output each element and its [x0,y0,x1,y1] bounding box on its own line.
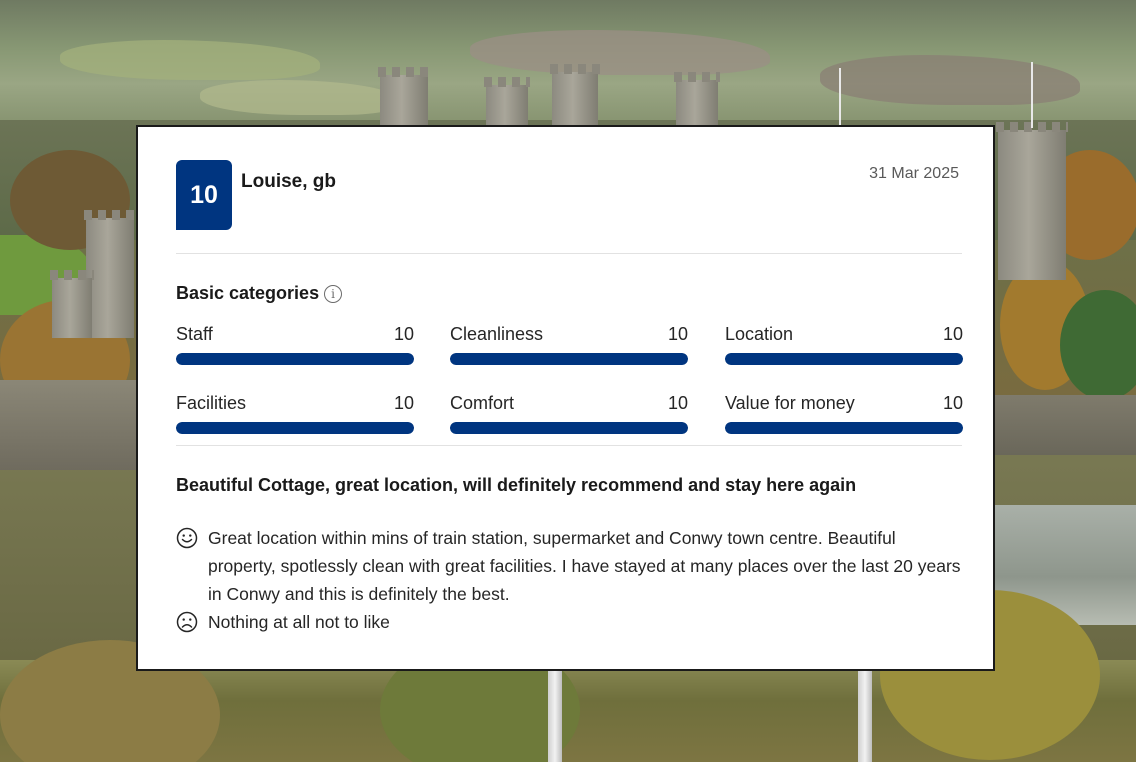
category-value-for-money: Value for money 10 [725,393,963,434]
category-label: Staff [176,324,213,344]
frown-icon [176,611,198,633]
review-headline: Beautiful Cottage, great location, will … [176,475,857,495]
castle-wall [0,380,140,470]
review-date: 31 Mar 2025 [869,165,959,182]
flagpole [1031,62,1033,128]
category-label: Value for money [725,393,855,413]
category-facilities: Facilities 10 [176,393,414,434]
castle-tower [50,270,94,338]
category-bar-fill [450,422,688,434]
categories-heading: Basic categories i [176,283,343,304]
category-bar [450,422,688,434]
category-label: Comfort [450,393,515,413]
category-label: Facilities [176,393,247,413]
castle-wall [990,395,1136,455]
disliked-comment: Nothing at all not to like [176,608,966,636]
category-bar-fill [176,422,414,434]
review-card: 10 Louise, gb 31 Mar 2025 Basic categori… [136,125,995,671]
review-score-badge: 10 [176,160,232,230]
category-score: 10 [942,393,963,413]
category-bar [176,353,414,365]
category-score: 10 [667,393,688,413]
category-comfort: Comfort 10 [450,393,688,434]
castle-tower [550,64,600,132]
category-bar-fill [725,422,963,434]
category-label: Cleanliness [450,324,544,344]
divider [176,253,962,254]
lamp-post [548,668,562,762]
category-bar-fill [450,353,688,365]
category-bar [725,422,963,434]
category-bar [176,422,414,434]
liked-comment: Great location within mins of train stat… [176,524,966,608]
liked-text: Great location within mins of train stat… [208,528,961,604]
lamp-post [858,668,872,762]
category-score: 10 [393,393,414,413]
info-icon[interactable]: i [324,284,343,303]
category-bar-fill [725,353,963,365]
category-cleanliness: Cleanliness 10 [450,324,688,365]
category-bar [725,353,963,365]
category-score: 10 [393,324,414,344]
category-location: Location 10 [725,324,963,365]
reviewer-name: Louise, gb [241,171,336,192]
category-score: 10 [667,324,688,344]
disliked-text: Nothing at all not to like [208,612,390,632]
smile-icon [176,527,198,549]
castle-tower [674,72,720,130]
category-bar-fill [176,353,414,365]
categories-title: Basic categories [176,283,320,303]
category-label: Location [725,324,794,344]
divider [176,445,962,446]
category-bar [450,353,688,365]
category-score: 10 [942,324,963,344]
castle-tower [996,122,1068,280]
category-staff: Staff 10 [176,324,414,365]
flagpole [839,68,841,128]
